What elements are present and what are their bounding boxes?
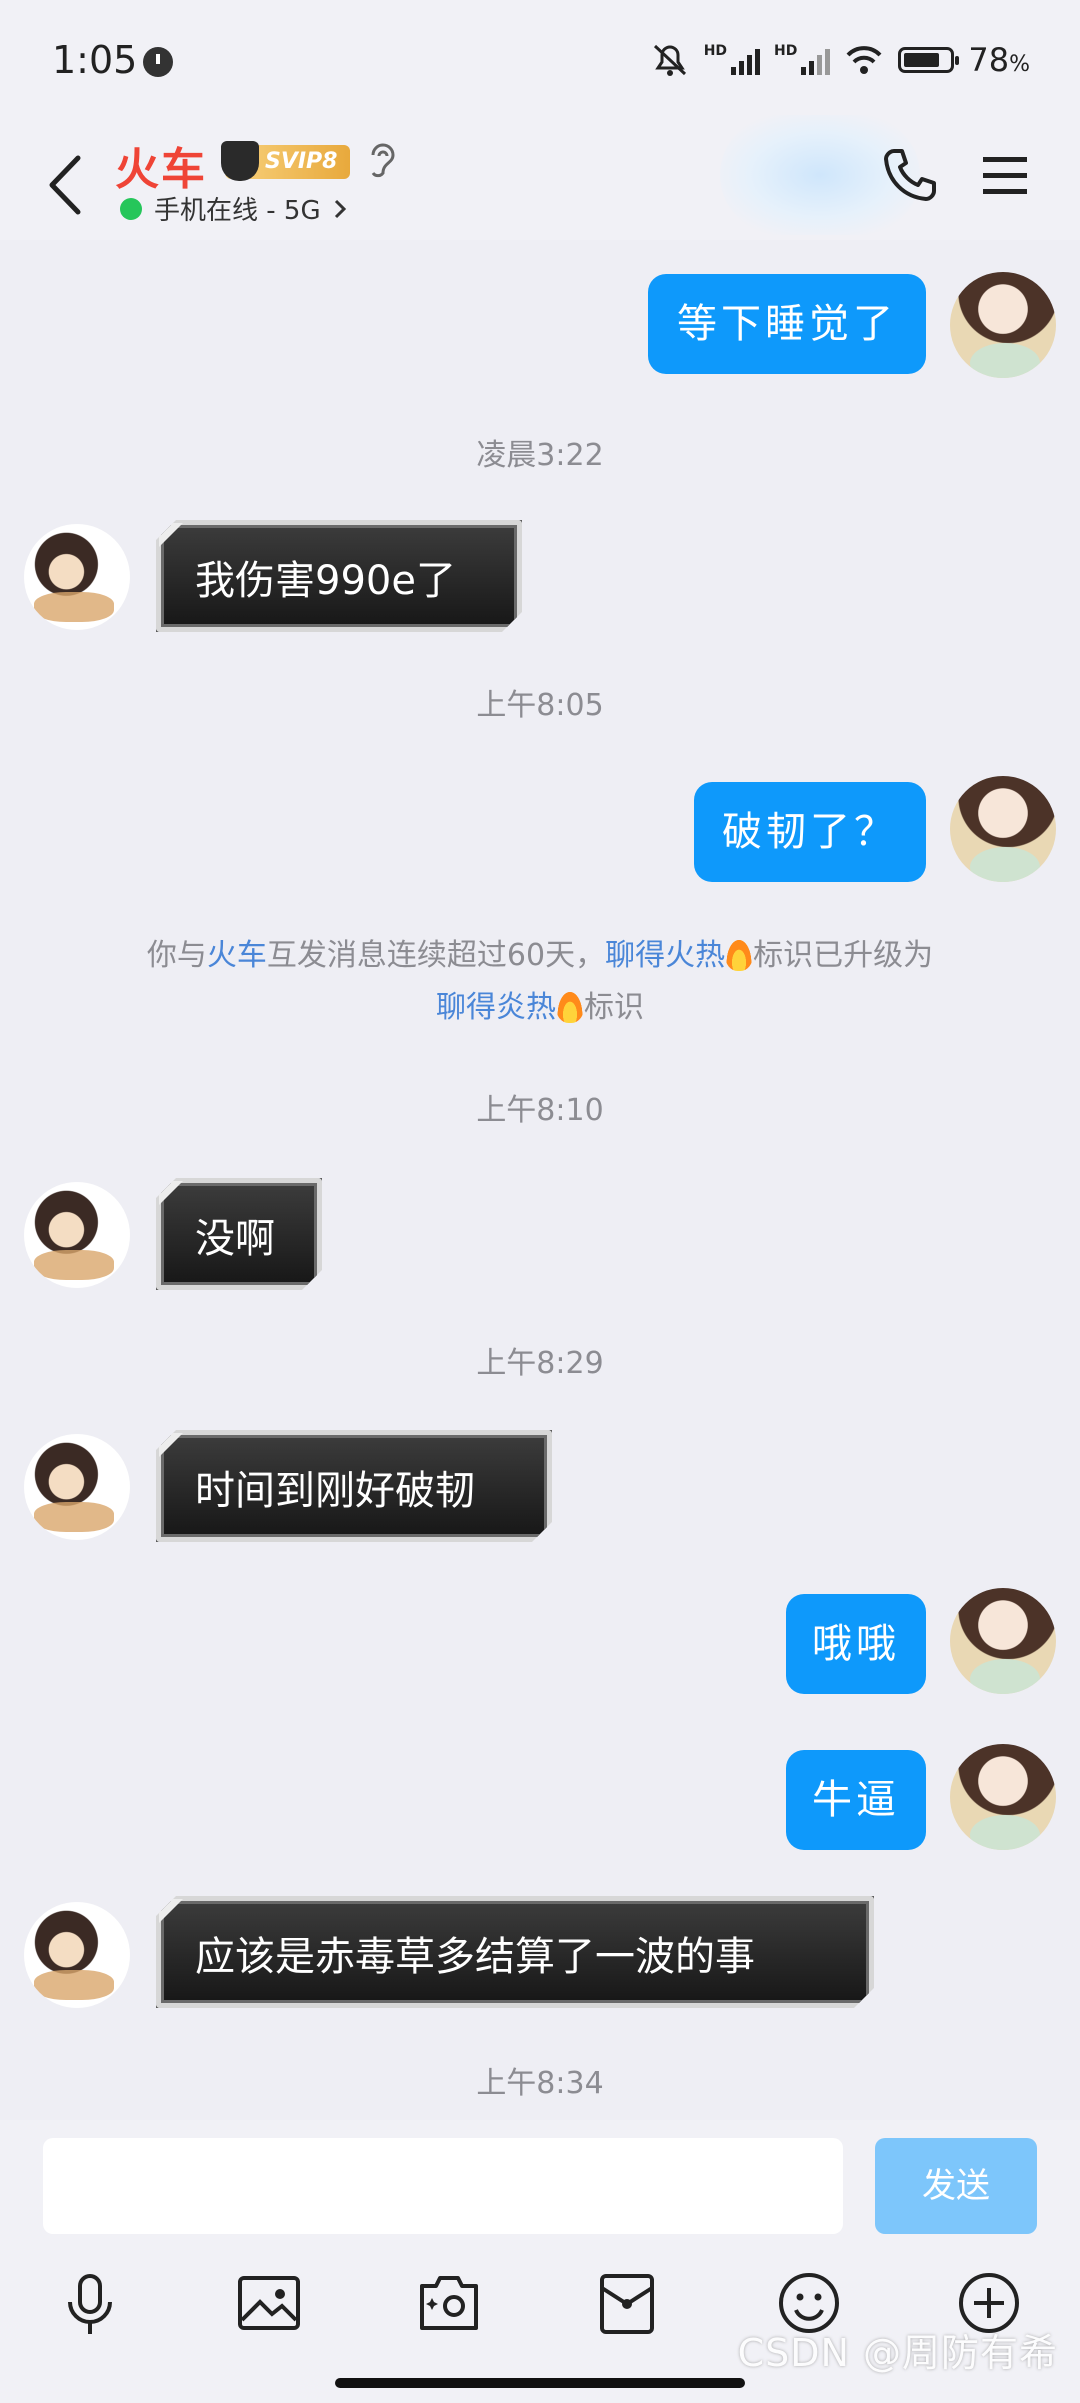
- timestamp: 上午8:34: [476, 2066, 604, 2101]
- chevron-right-icon: [334, 199, 346, 218]
- signal-2-icon: [801, 45, 831, 75]
- send-button[interactable]: 发送: [875, 2138, 1037, 2234]
- contact-avatar[interactable]: [24, 524, 130, 630]
- message-bubble-received[interactable]: 没啊: [156, 1178, 322, 1290]
- watermark: CSDN @周防有希: [737, 2331, 1058, 2375]
- timestamp: 上午8:05: [476, 688, 604, 723]
- signal-1-icon: [731, 45, 761, 75]
- network-1-label: HD: [703, 43, 728, 59]
- status-time: 1:05: [52, 38, 138, 82]
- chat-header: 火车 SVIP8 手机在线 - 5G: [0, 115, 1080, 240]
- ear-icon[interactable]: [365, 139, 401, 183]
- alarm-icon: [143, 47, 173, 77]
- online-dot-icon: [120, 197, 142, 220]
- system-notice: 你与火车互发消息连续超过60天，聊得火热 标识已升级为 聊得炎热 标识: [146, 937, 934, 1025]
- contact-avatar[interactable]: [24, 1434, 130, 1540]
- my-avatar[interactable]: [950, 1588, 1056, 1694]
- message-bubble-received[interactable]: 时间到刚好破韧: [156, 1430, 552, 1542]
- my-avatar[interactable]: [950, 1744, 1056, 1850]
- message-bubble-sent[interactable]: 破韧了？: [694, 782, 926, 882]
- vip-shield-icon: [221, 141, 259, 181]
- contact-name[interactable]: 火车: [115, 133, 207, 197]
- timestamp: 上午8:29: [476, 1346, 604, 1381]
- image-icon[interactable]: [236, 2270, 302, 2336]
- red-packet-icon[interactable]: [596, 2270, 658, 2336]
- message-list[interactable]: 等下睡觉了 凌晨3:22 我伤害990e了 上午8:05 破韧了？ 你与火车互发…: [0, 240, 1080, 2120]
- notice-hotter-link[interactable]: 聊得炎热: [436, 990, 556, 1025]
- message-input[interactable]: [43, 2138, 843, 2234]
- message-bubble-sent[interactable]: 等下睡觉了: [648, 274, 926, 374]
- contact-avatar[interactable]: [24, 1902, 130, 2008]
- contact-avatar[interactable]: [24, 1182, 130, 1288]
- network-2-label: HD: [774, 43, 798, 59]
- vip-badge: SVIP8: [221, 141, 350, 181]
- notice-hot-link[interactable]: 聊得火热: [605, 938, 725, 973]
- flame-icon: [725, 937, 754, 971]
- mute-bell-icon: [653, 44, 686, 76]
- menu-icon[interactable]: [980, 153, 1030, 199]
- flame-icon: [556, 989, 584, 1023]
- back-arrow-icon[interactable]: [38, 150, 98, 220]
- microphone-icon[interactable]: [60, 2270, 120, 2340]
- timestamp: 凌晨3:22: [476, 438, 604, 473]
- message-bubble-received[interactable]: 我伤害990e了: [156, 520, 522, 632]
- my-avatar[interactable]: [950, 776, 1056, 882]
- battery-icon: [898, 47, 960, 73]
- message-bubble-sent[interactable]: 哦哦: [786, 1594, 926, 1694]
- notice-contact-link[interactable]: 火车: [207, 938, 267, 973]
- phone-icon[interactable]: [880, 145, 940, 205]
- message-bubble-received[interactable]: 应该是赤毒草多结算了一波的事: [156, 1896, 874, 2008]
- message-bubble-sent[interactable]: 牛逼: [786, 1750, 926, 1850]
- home-indicator[interactable]: [335, 2378, 745, 2388]
- status-bar: 1:05 HD HD 78%: [0, 0, 1080, 125]
- online-status[interactable]: 手机在线 - 5G: [120, 190, 347, 227]
- battery-level: 78%: [968, 41, 1030, 79]
- camera-icon[interactable]: [416, 2270, 482, 2336]
- wifi-icon: [846, 46, 882, 74]
- status-icons: HD HD 78%: [650, 40, 1030, 80]
- my-avatar[interactable]: [950, 272, 1056, 378]
- timestamp: 上午8:10: [476, 1093, 604, 1128]
